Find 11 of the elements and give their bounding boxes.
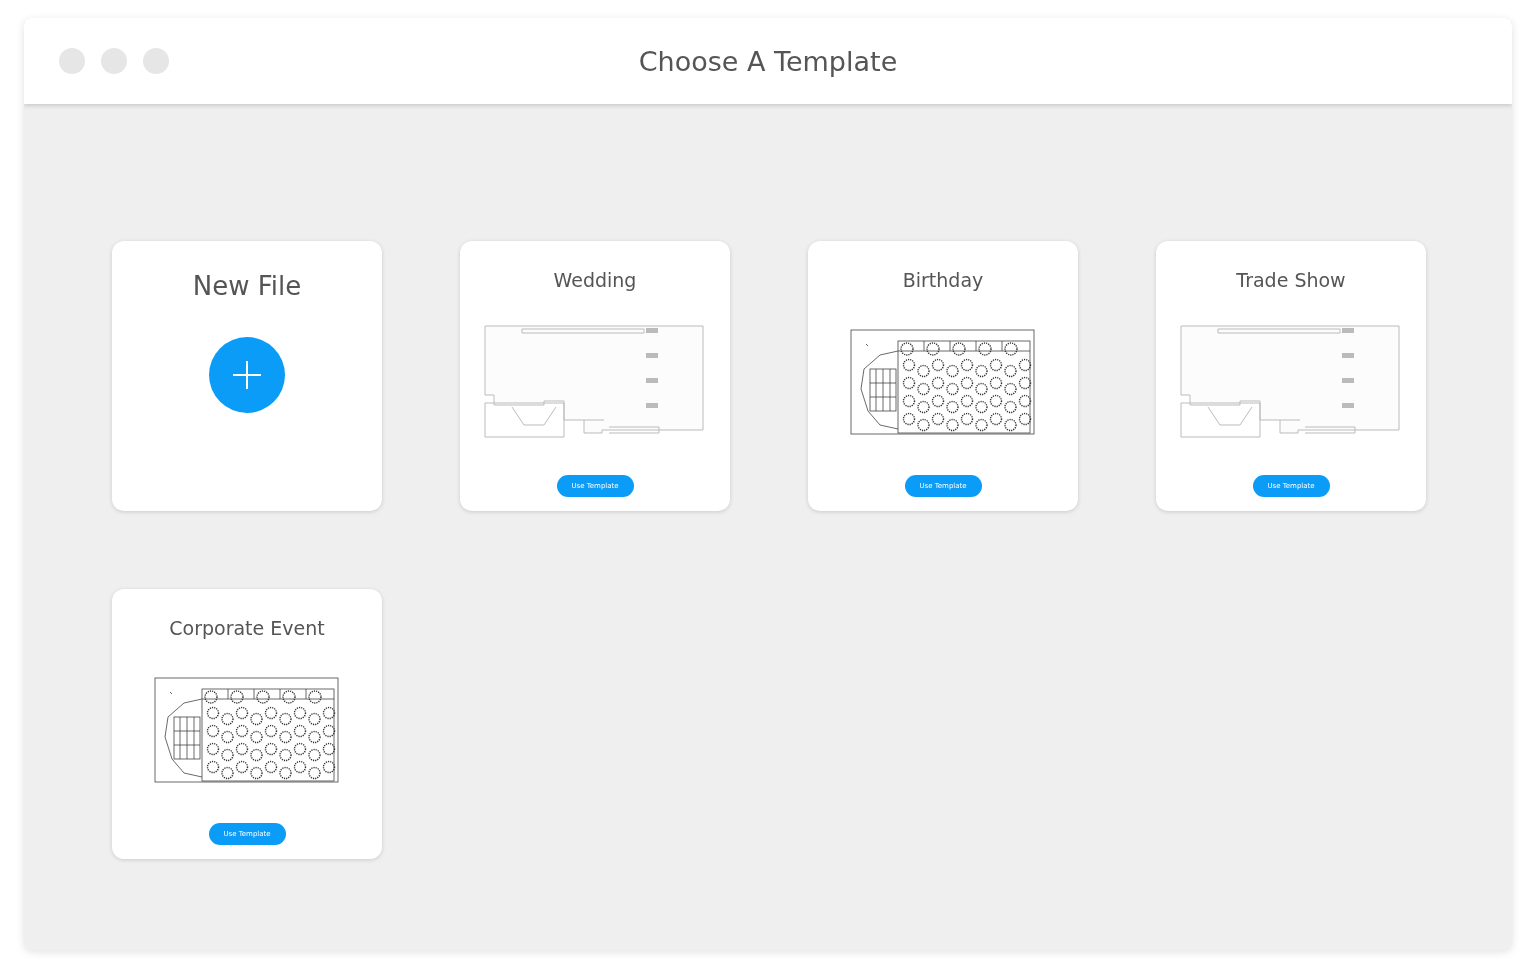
new-file-card[interactable]: New File <box>112 241 382 511</box>
window-control[interactable] <box>59 48 85 74</box>
card-title: Wedding <box>553 269 637 291</box>
window-control[interactable] <box>101 48 127 74</box>
window-control[interactable] <box>143 48 169 74</box>
card-title: Birthday <box>902 269 984 291</box>
card-title: New File <box>192 271 302 301</box>
card-title: Trade Show <box>1236 269 1346 291</box>
window-title: Choose A Template <box>638 45 898 77</box>
card-title: Corporate Event <box>169 617 325 639</box>
plus-icon <box>232 360 262 390</box>
